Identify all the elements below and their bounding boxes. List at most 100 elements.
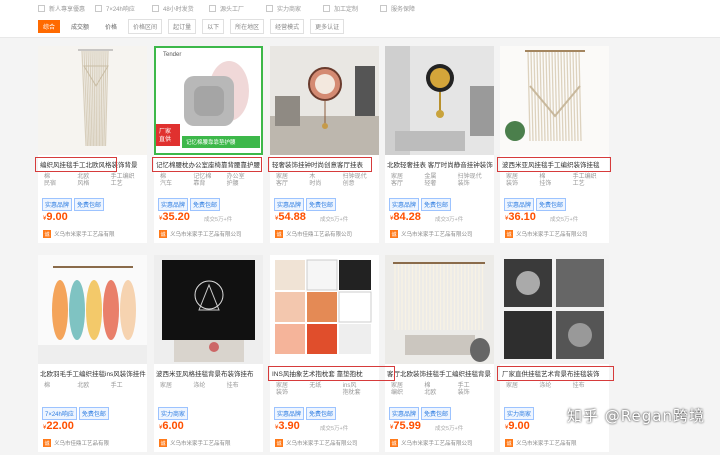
- attr-value: 棉: [424, 383, 431, 389]
- filter-checkbox[interactable]: 实力商家: [266, 4, 323, 13]
- checkbox-box[interactable]: [266, 5, 273, 12]
- product-card[interactable]: 北欧轻奢挂表 客厅时尚静音挂钟装饰 家居 金属 扫钟现代 客厅 轻奢 装饰 实惠品牌 免费包邮 ¥…: [385, 46, 494, 243]
- service-tag: 免费包邮: [74, 198, 105, 211]
- shop-link[interactable]: 诚义乌市佳鼎工艺品有限公司: [275, 230, 375, 238]
- sort-tab[interactable]: 综合: [38, 19, 61, 33]
- shop-name[interactable]: 义乌市米家手工艺品有限公司: [286, 439, 358, 447]
- shop-badge-icon: 诚: [505, 230, 513, 238]
- product-attrs: 棉 北欧 手工编织 民宿 风格 工艺: [44, 174, 144, 188]
- shop-link[interactable]: 诚义乌市佳鼎工艺品有限: [43, 439, 143, 447]
- product-title[interactable]: 北欧轻奢挂表 客厅时尚静音挂钟装饰: [385, 157, 494, 169]
- price: ¥22.00: [43, 420, 74, 432]
- product-attrs: 棉 记忆棉 办公室 汽车 靠背 护腰: [160, 174, 260, 188]
- price: ¥35.20: [159, 211, 190, 223]
- attr-value: 装饰: [276, 390, 289, 396]
- shop-name[interactable]: 义乌市佳鼎工艺品有限: [54, 439, 109, 447]
- attr-value: 装饰: [506, 181, 519, 187]
- attr-value: 抱枕套: [342, 390, 361, 396]
- sort-tab[interactable]: 价格: [100, 20, 122, 33]
- sales-count: 成交5万+件: [320, 426, 349, 432]
- product-image[interactable]: [270, 255, 379, 364]
- product-photo: [385, 46, 494, 155]
- product-image[interactable]: Tender 厂家 直供 记忆棉腰靠靠垫护腰: [154, 46, 263, 155]
- tag-row: 实惠品牌 免费包邮: [504, 198, 567, 211]
- checkbox-box[interactable]: [209, 5, 216, 12]
- product-image[interactable]: [154, 255, 263, 364]
- product-image[interactable]: [38, 46, 147, 155]
- shop-link[interactable]: 诚义乌市米家手工艺品有限: [43, 230, 143, 238]
- checkbox-label: 加工定制: [334, 7, 359, 13]
- shop-name[interactable]: 义乌市米家手工艺品有限公司: [170, 230, 242, 238]
- product-image[interactable]: [385, 46, 494, 155]
- product-title[interactable]: 北欧羽毛手工编织挂毯ins风装饰挂件: [38, 366, 147, 378]
- product-card[interactable]: 波西米亚风格挂毯背景布装饰挂布 家居 涤纶 挂布 实力商家 ¥6.00 诚义乌市米家手工艺品…: [154, 255, 263, 452]
- sort-tab[interactable]: 起订量: [168, 18, 197, 34]
- product-image[interactable]: [270, 46, 379, 155]
- shop-link[interactable]: 诚义乌市米家手工艺品有限公司: [505, 230, 605, 238]
- shop-link[interactable]: 诚义乌市米家手工艺品有限: [159, 439, 259, 447]
- shop-name[interactable]: 义乌市佳鼎工艺品有限公司: [286, 230, 352, 238]
- product-card[interactable]: INS风抽象艺术抱枕套 靠垫抱枕 家居 无纸 ins风 装饰 抱枕套 实惠品牌 免费包邮 ¥3.…: [270, 255, 379, 452]
- shop-name[interactable]: 义乌市米家手工艺品有限: [170, 439, 231, 447]
- service-tag: 实惠品牌: [389, 407, 420, 420]
- shop-name[interactable]: 义乌市米家手工艺品有限公司: [401, 230, 473, 238]
- service-tag: 免费包邮: [421, 407, 452, 420]
- product-card[interactable]: 北欧羽毛手工编织挂毯ins风装饰挂件棉北欧 手工 7×24h响应 免费包邮 ¥22.00…: [38, 255, 147, 452]
- product-attrs: 家居 棉 手工编织 装饰 挂饰 工艺: [506, 174, 606, 188]
- filter-checkbox[interactable]: 加工定制: [323, 4, 380, 13]
- attr-value: 挂饰: [539, 181, 552, 187]
- attr-value: 风格: [77, 181, 90, 187]
- sales-count: 成交5万+件: [320, 217, 349, 223]
- checkbox-label: 实力商家: [277, 7, 302, 13]
- product-title[interactable]: 客厅北欧装饰挂毯手工编织挂毯背景: [385, 366, 494, 378]
- service-tag: 实惠品牌: [504, 198, 535, 211]
- sort-tab[interactable]: 更多认证: [310, 18, 345, 34]
- product-card[interactable]: 轻奢装饰挂钟时尚创意客厅挂表 家居木扫钟现代 客厅 时尚 创意 实惠品牌 免费包邮 ¥54.8…: [270, 46, 379, 243]
- product-image[interactable]: [38, 255, 147, 364]
- filter-checkbox[interactable]: 48小时发货: [152, 4, 209, 13]
- attr-value: 民宿: [44, 181, 57, 187]
- tag-row: 实力商家: [158, 407, 189, 420]
- checkbox-box[interactable]: [323, 5, 330, 12]
- filter-checkbox[interactable]: 服务保障: [380, 4, 437, 13]
- shop-name[interactable]: 义乌市米家手工艺品有限: [516, 439, 577, 447]
- shop-name[interactable]: 义乌市米家手工艺品有限公司: [516, 230, 588, 238]
- shop-link[interactable]: 诚义乌市米家手工艺品有限公司: [275, 439, 375, 447]
- filter-checkbox[interactable]: 7×24h响应: [95, 4, 152, 13]
- product-card[interactable]: 波西米亚风挂毯手工编织装饰挂毯 家居棉手工编织 装饰 挂饰 工艺 实惠品牌 免费包邮 ¥36.…: [500, 46, 609, 243]
- product-photo: Tender 厂家直供 记忆棉腰靠靠垫护腰: [154, 46, 263, 155]
- shop-link[interactable]: 诚义乌市米家手工艺品有限公司: [159, 230, 259, 238]
- product-image[interactable]: [500, 255, 609, 364]
- sort-tab[interactable]: 价格区间: [128, 18, 163, 34]
- shop-name[interactable]: 义乌市米家手工艺品有限公司: [401, 439, 473, 447]
- attr-value: 棉: [160, 174, 167, 180]
- attr-value: 棉: [539, 174, 546, 180]
- attr-value: 家居: [506, 383, 519, 389]
- svg-text:Tender: Tender: [163, 52, 181, 58]
- shop-link[interactable]: 诚义乌市米家手工艺品有限: [505, 439, 605, 447]
- checkbox-box[interactable]: [38, 5, 45, 12]
- price-value: 36.10: [508, 211, 536, 223]
- checkbox-box[interactable]: [95, 5, 102, 12]
- service-tag: 实惠品牌: [389, 198, 420, 211]
- sort-tab[interactable]: 以下: [202, 18, 225, 34]
- shop-link[interactable]: 诚义乌市米家手工艺品有限公司: [390, 230, 490, 238]
- product-card[interactable]: 编织风挂毯手工北欧风格装饰背景棉北欧 手工编织 民宿 风格 工艺 实惠品牌 免费包邮 ¥9.0…: [38, 46, 147, 243]
- product-image[interactable]: [385, 255, 494, 364]
- shop-name[interactable]: 义乌市米家手工艺品有限: [54, 230, 115, 238]
- shop-link[interactable]: 诚义乌市米家手工艺品有限公司: [390, 439, 490, 447]
- product-card[interactable]: 客厅北欧装饰挂毯手工编织挂毯背景 家居 棉 手工 编织 北欧 装饰 实惠品牌 免费包邮 ¥75.9…: [385, 255, 494, 452]
- product-title[interactable]: 波西米亚风格挂毯背景布装饰挂布: [154, 366, 263, 378]
- product-attrs: 家居 木 扫钟现代 客厅 时尚 创意: [276, 174, 376, 188]
- attr-value: 北欧: [77, 174, 90, 180]
- checkbox-box[interactable]: [380, 5, 387, 12]
- attr-value: 记忆棉: [193, 174, 212, 180]
- filter-checkbox[interactable]: 新人專享優惠: [38, 4, 95, 13]
- checkbox-box[interactable]: [152, 5, 159, 12]
- filter-checkbox[interactable]: 源头工厂: [209, 4, 266, 13]
- sort-tab[interactable]: 经营模式: [270, 18, 305, 34]
- product-card[interactable]: Tender 厂家 直供 记忆棉腰靠靠垫护腰 记忆棉腰枕办公室座椅靠背腰靠护腰棉记忆棉办…: [154, 46, 263, 243]
- sort-tab[interactable]: 成交额: [66, 20, 94, 33]
- product-image[interactable]: [500, 46, 609, 155]
- sort-tab[interactable]: 所在地区: [230, 18, 265, 34]
